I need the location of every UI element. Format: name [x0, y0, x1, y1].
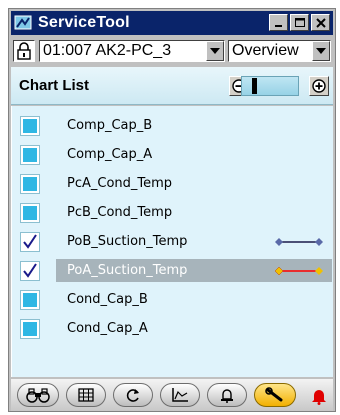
- close-button[interactable]: [311, 14, 330, 31]
- lock-icon: [17, 42, 31, 60]
- chart-checkbox[interactable]: [20, 290, 40, 310]
- minimize-button[interactable]: [269, 14, 288, 31]
- chart-checkbox[interactable]: [20, 203, 40, 223]
- chart-list-item[interactable]: Comp_Cap_B: [12, 112, 332, 140]
- minimize-icon: [275, 25, 282, 27]
- zoom-slider-handle[interactable]: [252, 78, 257, 94]
- checkbox-fill: [23, 177, 37, 191]
- chart-list-item[interactable]: Cond_Cap_A: [12, 315, 332, 343]
- chart-item-label: PoB_Suction_Temp: [67, 234, 188, 249]
- checkbox-fill: [23, 293, 37, 307]
- binoculars-icon: [26, 388, 50, 403]
- chart-button[interactable]: [160, 383, 200, 407]
- bottom-toolbar: [11, 379, 333, 411]
- chart-item-label: PcA_Cond_Temp: [67, 176, 173, 191]
- chart-item-label: PcB_Cond_Temp: [67, 205, 173, 220]
- title-bar[interactable]: ServiceTool: [11, 11, 333, 35]
- browse-button[interactable]: [17, 383, 59, 407]
- chart-checkbox[interactable]: [20, 232, 40, 252]
- lock-button[interactable]: [13, 40, 35, 62]
- view-select-value: Overview: [232, 42, 299, 59]
- refresh-icon: [126, 389, 139, 402]
- checkmark-icon: [23, 263, 37, 278]
- checkbox-fill: [23, 206, 37, 220]
- chart-list-item-selected[interactable]: PoA_Suction_Temp: [12, 257, 332, 285]
- maximize-icon: [295, 18, 305, 27]
- chart-checkbox[interactable]: [20, 174, 40, 194]
- app-icon: [14, 15, 32, 30]
- device-select-value: 01:007 AK2-PC_3: [43, 42, 172, 59]
- grid-button[interactable]: [66, 383, 106, 407]
- panel-title: Chart List: [19, 77, 90, 94]
- bell-icon[interactable]: [311, 387, 327, 405]
- servicetool-window: ServiceTool 01:007 AK2-PC_3 Overview Cha…: [8, 8, 336, 412]
- zoom-in-button[interactable]: [309, 76, 329, 96]
- chart-list-item[interactable]: PcB_Cond_Temp: [12, 199, 332, 227]
- chart-list-item[interactable]: Comp_Cap_A: [12, 141, 332, 169]
- series-legend-icon: [274, 266, 323, 276]
- chart-item-label: Comp_Cap_B: [67, 118, 153, 133]
- checkbox-fill: [23, 148, 37, 162]
- view-dropdown-button[interactable]: [312, 41, 330, 61]
- alarm-icon: [221, 389, 233, 403]
- view-select[interactable]: Overview: [228, 40, 331, 62]
- chart-checkbox[interactable]: [20, 116, 40, 136]
- checkbox-fill: [23, 322, 37, 336]
- chart-icon: [172, 388, 188, 402]
- checkbox-fill: [23, 119, 37, 133]
- device-select[interactable]: 01:007 AK2-PC_3: [39, 40, 225, 62]
- chart-list: Comp_Cap_B Comp_Cap_A PcA_Cond_Temp PcB_…: [11, 106, 333, 377]
- selector-toolbar: 01:007 AK2-PC_3 Overview: [11, 38, 333, 64]
- zoom-slider[interactable]: [241, 76, 299, 96]
- window-title: ServiceTool: [38, 14, 130, 31]
- service-button[interactable]: [254, 383, 296, 407]
- alarm-button[interactable]: [207, 383, 247, 407]
- chart-checkbox[interactable]: [20, 145, 40, 165]
- chevron-down-icon: [316, 48, 326, 54]
- checkmark-icon: [23, 234, 37, 249]
- chart-list-item[interactable]: PoB_Suction_Temp: [12, 228, 332, 256]
- chevron-down-icon: [210, 48, 220, 54]
- close-icon: [316, 18, 326, 28]
- chart-item-label: Cond_Cap_A: [67, 321, 148, 336]
- chart-checkbox[interactable]: [20, 319, 40, 339]
- chart-item-label: Cond_Cap_B: [67, 292, 148, 307]
- chart-item-label: Comp_Cap_A: [67, 147, 153, 162]
- series-legend-icon: [275, 238, 323, 246]
- chart-list-item[interactable]: Cond_Cap_B: [12, 286, 332, 314]
- maximize-button[interactable]: [290, 14, 309, 31]
- chart-item-label: PoA_Suction_Temp: [67, 263, 188, 278]
- device-dropdown-button[interactable]: [206, 41, 224, 61]
- chart-list-header: Chart List: [11, 67, 333, 105]
- wrench-icon: [265, 387, 283, 402]
- grid-icon: [78, 388, 94, 402]
- chart-list-item[interactable]: PcA_Cond_Temp: [12, 170, 332, 198]
- chart-checkbox[interactable]: [20, 261, 40, 281]
- zoom-in-icon: [312, 79, 326, 93]
- refresh-button[interactable]: [113, 383, 153, 407]
